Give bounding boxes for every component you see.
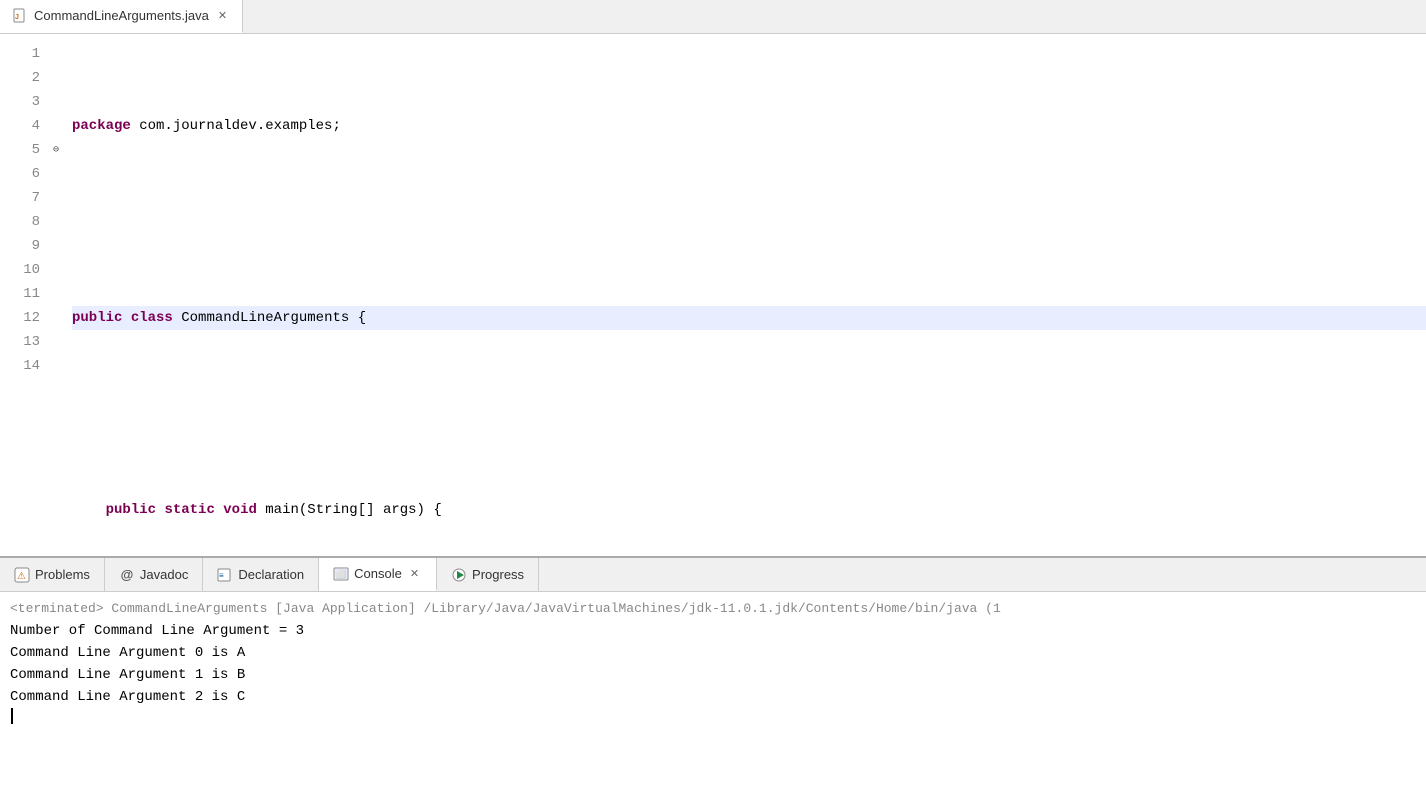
gutter-1 bbox=[48, 42, 64, 66]
line-num-10: 10 bbox=[8, 258, 40, 282]
console-cursor bbox=[11, 708, 13, 724]
console-icon: ⬜ bbox=[333, 566, 349, 582]
gutter-5[interactable]: ⊖ bbox=[48, 138, 64, 162]
tab-problems[interactable]: ⚠ Problems bbox=[0, 558, 105, 591]
bottom-panel: ⚠ Problems @ Javadoc ≡ Declaration bbox=[0, 556, 1426, 786]
code-line-4 bbox=[72, 402, 1426, 426]
svg-text:J: J bbox=[15, 14, 19, 21]
problems-icon: ⚠ bbox=[14, 567, 30, 583]
tab-javadoc-label: Javadoc bbox=[140, 567, 188, 582]
gutter-7 bbox=[48, 186, 64, 210]
javadoc-icon: @ bbox=[119, 567, 135, 583]
java-file-icon: J bbox=[12, 8, 28, 24]
console-tab-close[interactable]: ✕ bbox=[407, 566, 422, 581]
line-num-1: 1 bbox=[8, 42, 40, 66]
panel-tab-bar: ⚠ Problems @ Javadoc ≡ Declaration bbox=[0, 558, 1426, 592]
fold-gutter: ⊖ bbox=[48, 34, 64, 556]
declaration-icon: ≡ bbox=[217, 567, 233, 583]
line-num-14: 14 bbox=[8, 354, 40, 378]
console-line-3: Command Line Argument 1 is B bbox=[10, 664, 1416, 686]
gutter-8 bbox=[48, 210, 64, 234]
gutter-11 bbox=[48, 282, 64, 306]
code-content[interactable]: package com.journaldev.examples; public … bbox=[64, 34, 1426, 556]
editor-tab-close[interactable]: ✕ bbox=[215, 8, 230, 23]
gutter-13 bbox=[48, 330, 64, 354]
console-cursor-line bbox=[10, 708, 1416, 724]
line-num-13: 13 bbox=[8, 330, 40, 354]
line-num-4: 4 bbox=[8, 114, 40, 138]
console-line-2: Command Line Argument 0 is A bbox=[10, 642, 1416, 664]
console-line-1: Number of Command Line Argument = 3 bbox=[10, 620, 1416, 642]
svg-text:⬜: ⬜ bbox=[336, 569, 346, 579]
tab-progress-label: Progress bbox=[472, 567, 524, 582]
tab-console-label: Console bbox=[354, 566, 402, 581]
line-num-11: 11 bbox=[8, 282, 40, 306]
svg-text:⚠: ⚠ bbox=[17, 571, 26, 582]
gutter-2 bbox=[48, 66, 64, 90]
gutter-12 bbox=[48, 306, 64, 330]
tab-declaration-label: Declaration bbox=[238, 567, 304, 582]
tab-javadoc[interactable]: @ Javadoc bbox=[105, 558, 203, 591]
svg-text:≡: ≡ bbox=[219, 571, 224, 580]
tab-problems-label: Problems bbox=[35, 567, 90, 582]
gutter-3 bbox=[48, 90, 64, 114]
editor-tab-label: CommandLineArguments.java bbox=[34, 8, 209, 23]
console-terminated-line: <terminated> CommandLineArguments [Java … bbox=[10, 598, 1416, 620]
code-line-3: public class CommandLineArguments { bbox=[72, 306, 1426, 330]
code-line-1: package com.journaldev.examples; bbox=[72, 114, 1426, 138]
editor-tab-bar: J CommandLineArguments.java ✕ bbox=[0, 0, 1426, 34]
gutter-9 bbox=[48, 234, 64, 258]
line-num-9: 9 bbox=[8, 234, 40, 258]
tab-console[interactable]: ⬜ Console ✕ bbox=[319, 558, 437, 591]
code-area: 1 2 3 4 5 6 7 8 9 10 11 12 13 14 bbox=[0, 34, 1426, 556]
tab-declaration[interactable]: ≡ Declaration bbox=[203, 558, 319, 591]
line-num-5: 5 bbox=[8, 138, 40, 162]
line-num-6: 6 bbox=[8, 162, 40, 186]
gutter-10 bbox=[48, 258, 64, 282]
line-num-12: 12 bbox=[8, 306, 40, 330]
line-num-8: 8 bbox=[8, 210, 40, 234]
gutter-4 bbox=[48, 114, 64, 138]
line-numbers: 1 2 3 4 5 6 7 8 9 10 11 12 13 14 bbox=[0, 34, 48, 556]
code-line-5: public static void main(String[] args) { bbox=[72, 498, 1426, 522]
editor-tab[interactable]: J CommandLineArguments.java ✕ bbox=[0, 0, 243, 33]
line-num-2: 2 bbox=[8, 66, 40, 90]
line-num-3: 3 bbox=[8, 90, 40, 114]
gutter-6 bbox=[48, 162, 64, 186]
progress-icon bbox=[451, 567, 467, 583]
code-line-2 bbox=[72, 210, 1426, 234]
line-num-7: 7 bbox=[8, 186, 40, 210]
console-line-4: Command Line Argument 2 is C bbox=[10, 686, 1416, 708]
tab-progress[interactable]: Progress bbox=[437, 558, 539, 591]
console-output: <terminated> CommandLineArguments [Java … bbox=[0, 592, 1426, 786]
gutter-14 bbox=[48, 354, 64, 378]
